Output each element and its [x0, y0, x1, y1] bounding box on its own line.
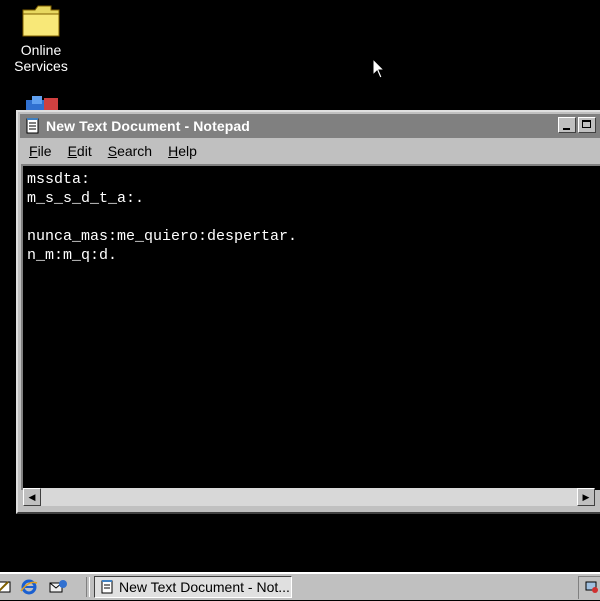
taskbar-separator [86, 577, 90, 597]
text-line: n_m:m_q:d. [27, 247, 118, 264]
menu-edit[interactable]: Edit [61, 143, 99, 159]
text-line: nunca_mas:me_quiero:despertar. [27, 228, 298, 245]
maximize-icon [582, 120, 591, 128]
notepad-icon[interactable] [24, 117, 42, 135]
menu-search[interactable]: Search [101, 143, 159, 159]
taskbar-button-notepad[interactable]: New Text Document - Not... [94, 576, 292, 598]
window-title: New Text Document - Notepad [46, 118, 250, 134]
text-editor[interactable]: mssdta: m_s_s_d_t_a:. nunca_mas:me_quiero:… [21, 164, 600, 490]
text-line: mssdta: [27, 171, 91, 188]
arrow-left-icon: ◀ [28, 491, 36, 502]
minimize-icon [563, 128, 570, 130]
desktop-icon-online-services[interactable]: Online Services [1, 4, 81, 74]
internet-explorer-icon[interactable] [20, 578, 38, 596]
scroll-left-button[interactable]: ◀ [23, 488, 41, 506]
taskbar-button-label: New Text Document - Not... [119, 579, 290, 595]
folder-icon [21, 4, 61, 38]
horizontal-scrollbar[interactable]: ◀ ▶ [23, 488, 595, 506]
scroll-right-button[interactable]: ▶ [577, 488, 595, 506]
show-desktop-icon[interactable] [0, 578, 12, 596]
taskbar: New Text Document - Not... [0, 572, 600, 600]
setup-icon[interactable] [24, 96, 60, 110]
menu-file[interactable]: File [22, 143, 59, 159]
tray-network-icon[interactable] [585, 580, 599, 594]
notepad-icon [100, 579, 116, 595]
maximize-button[interactable] [578, 117, 596, 133]
notepad-window: New Text Document - Notepad × File Edit … [16, 110, 600, 514]
outlook-express-icon[interactable] [48, 578, 67, 596]
mouse-pointer-icon [372, 57, 386, 85]
minimize-button[interactable] [558, 117, 576, 133]
text-line: m_s_s_d_t_a:. [27, 190, 145, 207]
menu-bar: File Edit Search Help [20, 140, 600, 162]
desktop-icon-label: Online [20, 42, 62, 58]
desktop-icon-label: Services [14, 58, 68, 74]
window-controls: × [556, 117, 600, 133]
text-line [27, 208, 600, 227]
title-bar[interactable]: New Text Document - Notepad × [20, 114, 600, 138]
arrow-right-icon: ▶ [582, 491, 590, 502]
system-tray [578, 576, 600, 599]
menu-help[interactable]: Help [161, 143, 204, 159]
